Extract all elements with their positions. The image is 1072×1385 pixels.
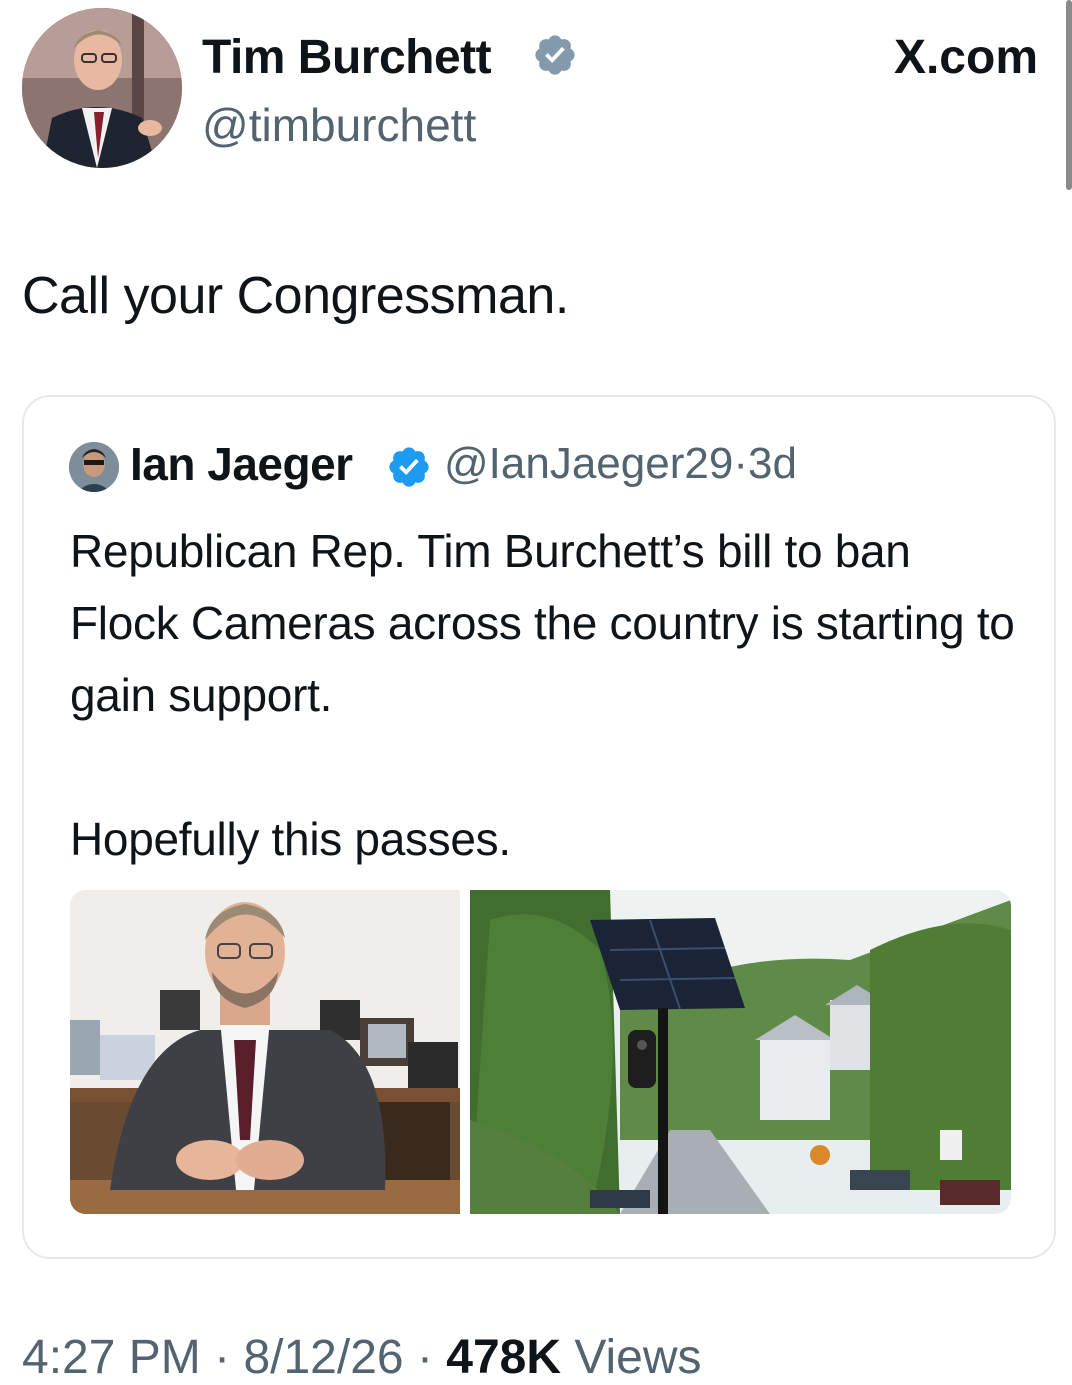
separator: · — [416, 1331, 433, 1384]
quoted-author-handle[interactable]: @IanJaeger29 — [444, 439, 733, 488]
author-avatar[interactable] — [22, 8, 182, 168]
scrollbar[interactable] — [1066, 0, 1072, 190]
quoted-text-paragraph: Hopefully this passes. — [70, 813, 511, 865]
views-label: Views — [574, 1331, 702, 1384]
quoted-tweet[interactable]: Ian Jaeger @IanJaeger29·3d Republican Re… — [22, 395, 1056, 1259]
site-label: X.com — [893, 31, 1038, 84]
quoted-age[interactable]: 3d — [748, 439, 797, 488]
quoted-text: Republican Rep. Tim Burchett’s bill to b… — [70, 515, 1030, 875]
separator: · — [733, 439, 748, 488]
author-name[interactable]: Tim Burchett — [202, 30, 492, 85]
tweet-meta: 4:27 PM · 8/12/26 · 478K Views — [22, 1330, 702, 1385]
quoted-handle-line: @IanJaeger29·3d — [444, 439, 797, 489]
quoted-author-avatar[interactable] — [69, 442, 119, 492]
author-handle[interactable]: @timburchett — [202, 98, 476, 152]
quoted-author-name[interactable]: Ian Jaeger — [130, 437, 353, 491]
separator: · — [214, 1331, 231, 1384]
tweet: Tim Burchett @timburchett X.com Call you… — [0, 0, 1072, 1384]
tweet-text: Call your Congressman. — [22, 267, 569, 325]
quoted-text-paragraph: Republican Rep. Tim Burchett’s bill to b… — [70, 525, 1015, 721]
verified-badge-icon — [535, 35, 575, 75]
tweet-time[interactable]: 4:27 PM — [22, 1331, 201, 1384]
views-count: 478K — [446, 1331, 562, 1384]
media-image-portrait[interactable] — [70, 890, 460, 1214]
media-image-flock-camera[interactable] — [470, 890, 1011, 1214]
verified-badge-icon — [389, 447, 429, 487]
tweet-date[interactable]: 8/12/26 — [243, 1331, 403, 1384]
